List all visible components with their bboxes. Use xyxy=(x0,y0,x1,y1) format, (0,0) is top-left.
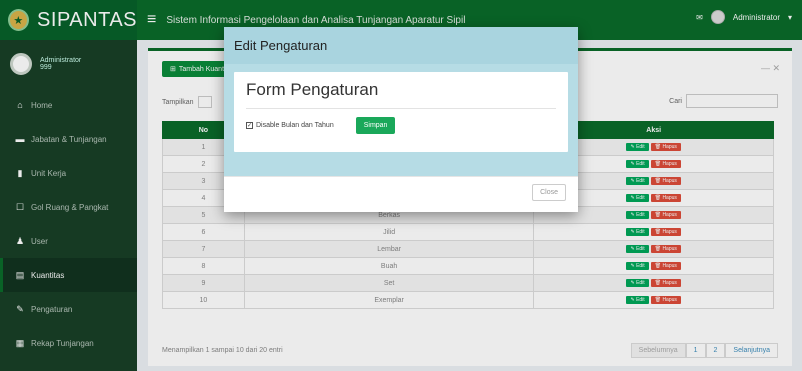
checkbox-label: Disable Bulan dan Tahun xyxy=(256,122,334,129)
save-button[interactable]: Simpan xyxy=(355,117,396,134)
modal-body: Form Pengaturan ✓ Disable Bulan dan Tahu… xyxy=(224,64,578,176)
checkbox-checked-icon[interactable]: ✓ xyxy=(246,122,253,129)
form-panel: Form Pengaturan ✓ Disable Bulan dan Tahu… xyxy=(234,72,568,152)
form-row: ✓ Disable Bulan dan Tahun Simpan xyxy=(246,117,556,134)
modal-header: Edit Pengaturan xyxy=(224,27,578,64)
form-title: Form Pengaturan xyxy=(246,80,556,109)
disable-month-year-checkbox[interactable]: ✓ Disable Bulan dan Tahun xyxy=(246,122,334,129)
modal-footer: Close xyxy=(224,176,578,212)
close-button[interactable]: Close xyxy=(532,184,566,201)
edit-settings-modal: Edit Pengaturan Form Pengaturan ✓ Disabl… xyxy=(224,27,578,212)
modal-title: Edit Pengaturan xyxy=(234,38,328,53)
